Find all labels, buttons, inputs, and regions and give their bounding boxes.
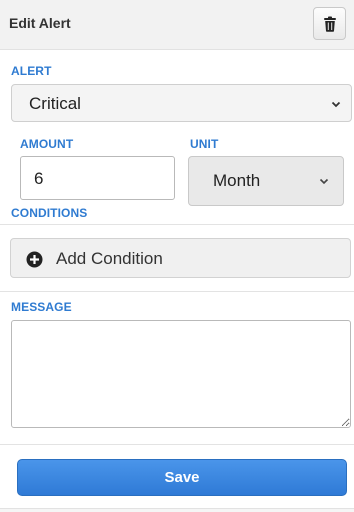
add-condition-label: Add Condition bbox=[56, 249, 163, 268]
amount-label: AMOUNT bbox=[20, 137, 74, 151]
delete-button[interactable] bbox=[313, 7, 346, 40]
unit-select[interactable]: Month bbox=[188, 156, 344, 206]
header-bar: Edit Alert bbox=[0, 0, 354, 50]
alert-select[interactable]: Critical bbox=[11, 84, 352, 122]
divider bbox=[0, 291, 354, 292]
divider bbox=[0, 444, 354, 445]
alert-label: ALERT bbox=[11, 64, 52, 78]
chevron-down-icon bbox=[319, 178, 329, 185]
message-label: MESSAGE bbox=[11, 300, 72, 314]
amount-input[interactable]: 6 bbox=[20, 156, 175, 200]
chevron-down-icon bbox=[331, 101, 341, 108]
unit-selected-value: Month bbox=[213, 171, 261, 190]
save-button[interactable]: Save bbox=[17, 459, 347, 496]
trash-icon bbox=[323, 16, 336, 32]
alert-selected-value: Critical bbox=[29, 94, 81, 113]
conditions-label: CONDITIONS bbox=[11, 206, 88, 220]
add-condition-button[interactable]: Add Condition bbox=[10, 238, 351, 278]
plus-circle-icon bbox=[26, 251, 43, 268]
message-textarea[interactable] bbox=[11, 320, 351, 428]
unit-label: UNIT bbox=[190, 137, 219, 151]
page-title: Edit Alert bbox=[9, 15, 71, 31]
footer-edge bbox=[0, 508, 354, 512]
amount-value: 6 bbox=[34, 169, 44, 188]
divider bbox=[0, 224, 354, 225]
